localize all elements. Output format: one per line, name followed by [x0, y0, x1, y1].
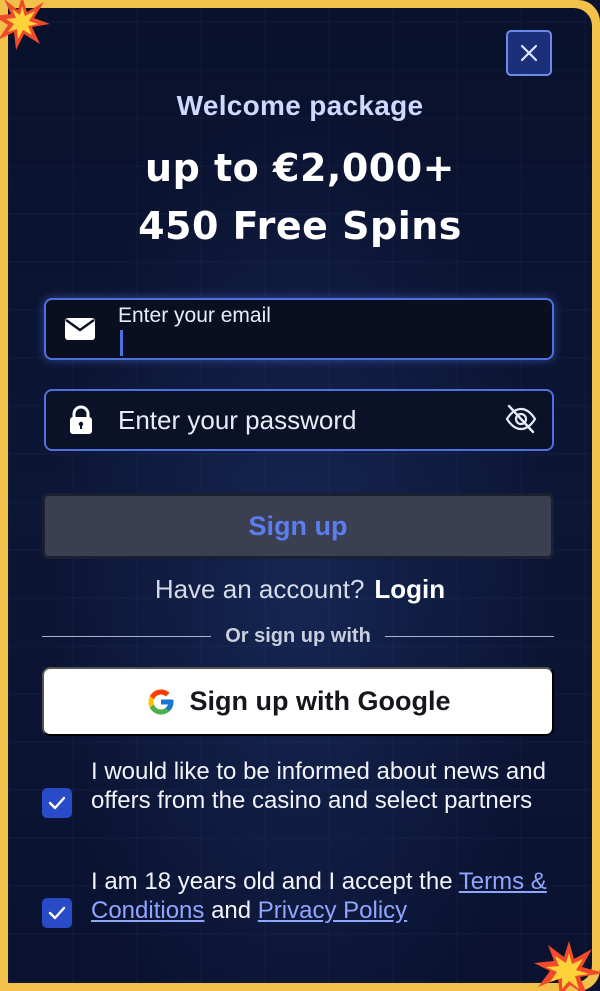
- close-button[interactable]: [506, 30, 552, 76]
- have-account-text: Have an account?: [154, 574, 365, 604]
- account-prompt: Have an account? Login: [8, 574, 592, 605]
- signup-button[interactable]: Sign up: [42, 493, 554, 559]
- consent-marketing: I would like to be informed about news a…: [42, 758, 562, 818]
- marketing-consent-text: I would like to be informed about news a…: [91, 758, 546, 814]
- google-button-label: Sign up with Google: [189, 686, 451, 716]
- divider-text: Or sign up with: [225, 624, 371, 647]
- terms-middle: and: [204, 896, 258, 924]
- email-field[interactable]: Enter your email: [44, 298, 554, 360]
- login-link[interactable]: Login: [374, 574, 445, 604]
- terms-consent-text: I am 18 years old and I accept the Terms…: [91, 868, 562, 925]
- welcome-package-title: Welcome package: [176, 90, 424, 121]
- divider-line-left: [42, 635, 212, 637]
- or-divider: Or sign up with: [42, 624, 555, 648]
- google-icon: [148, 689, 173, 714]
- eye-slash-icon[interactable]: [504, 403, 538, 435]
- privacy-link[interactable]: Privacy Policy: [258, 897, 407, 924]
- password-input[interactable]: [118, 391, 488, 449]
- password-field[interactable]: [44, 389, 554, 451]
- close-icon: [520, 44, 538, 62]
- divider-line-right: [384, 635, 555, 637]
- terms-prefix: I am 18 years old and I accept the: [91, 868, 459, 895]
- terms-checkbox[interactable]: [42, 898, 72, 928]
- email-input[interactable]: [118, 322, 488, 358]
- google-signup-button[interactable]: Sign up with Google: [42, 667, 554, 736]
- offer-amount: up to €2,000+: [145, 146, 455, 190]
- lock-icon: [70, 405, 92, 434]
- checkmark-icon: [48, 796, 66, 810]
- envelope-icon: [65, 318, 95, 340]
- signup-modal: Welcome package up to €2,000+ 450 Free S…: [8, 8, 592, 983]
- marketing-checkbox[interactable]: [42, 788, 72, 818]
- consent-terms: I am 18 years old and I accept the Terms…: [42, 868, 562, 928]
- offer-free-spins: 450 Free Spins: [138, 204, 462, 248]
- checkmark-icon: [48, 906, 66, 920]
